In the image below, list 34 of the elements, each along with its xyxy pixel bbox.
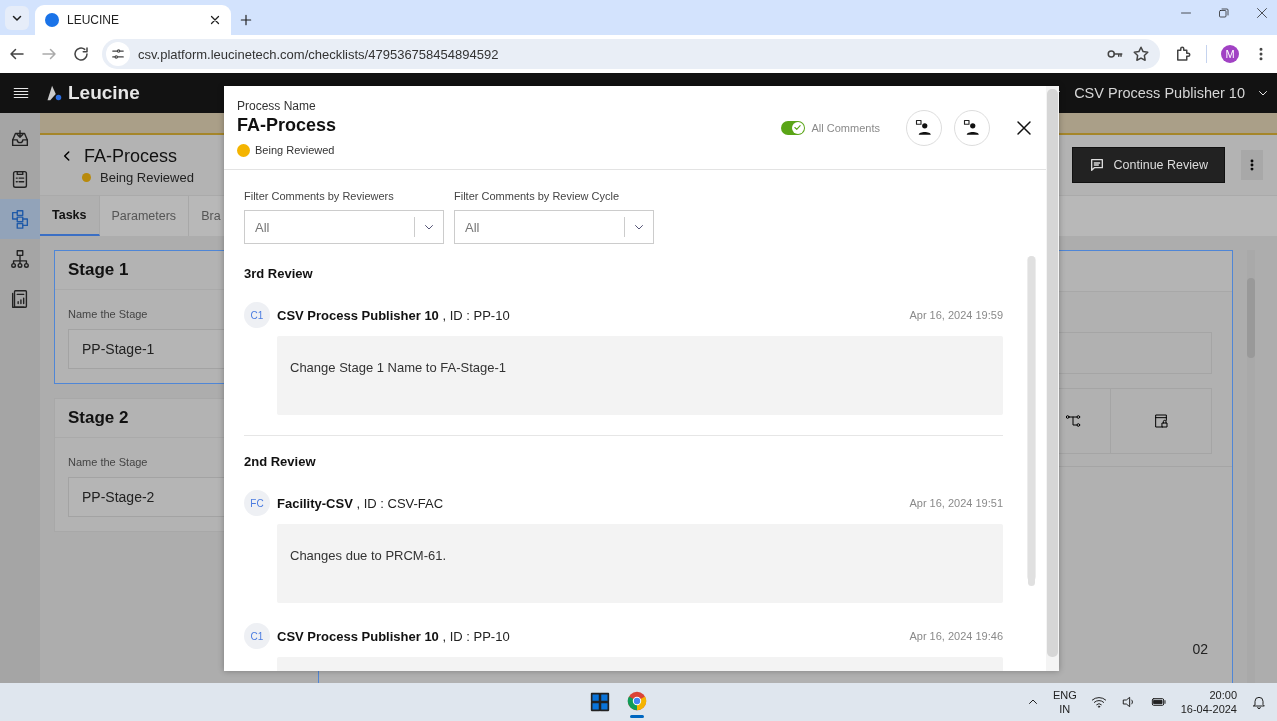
status-label: Being Reviewed bbox=[100, 169, 194, 185]
stage-title: Stage 1 bbox=[68, 260, 129, 280]
filter-dropdown[interactable]: All bbox=[454, 210, 654, 244]
filter-label: Filter Comments by Review Cycle bbox=[454, 190, 621, 202]
language-indicator[interactable]: ENG IN bbox=[1052, 688, 1077, 716]
continue-review-button[interactable]: Continue Review bbox=[1071, 147, 1225, 183]
field-label: Name the Stage bbox=[68, 456, 148, 468]
comment-author: CSV Process Publisher 10 , ID : PP-10 bbox=[277, 628, 511, 644]
filter-label: Filter Comments by Reviewers bbox=[244, 190, 395, 202]
page-tab[interactable]: Tasks bbox=[40, 196, 100, 236]
profile-avatar[interactable]: M bbox=[1221, 45, 1239, 63]
comment-time: Apr 16, 2024 19:59 bbox=[909, 309, 1003, 321]
comment-time: Apr 16, 2024 19:46 bbox=[909, 630, 1003, 642]
field-label: Process Name bbox=[237, 98, 317, 113]
avatar: FC bbox=[244, 490, 270, 516]
comment-body: Change Stage 1 Name to FA-Stage-1 bbox=[277, 336, 1003, 415]
status-label: Being Reviewed bbox=[255, 144, 335, 156]
browser-tab[interactable]: LEUCINE bbox=[35, 5, 231, 35]
page-tab[interactable]: Bra bbox=[189, 196, 221, 236]
clock[interactable]: 20:00 16-04-2024 bbox=[1180, 688, 1237, 716]
toggle-label: All Comments bbox=[811, 121, 880, 134]
comment-body: Changes due to PRCM-61. bbox=[277, 524, 1003, 603]
comment-time: Apr 16, 2024 19:51 bbox=[909, 497, 1003, 509]
process-title: FA-Process bbox=[84, 145, 178, 167]
field-label: Name the Stage bbox=[68, 308, 148, 320]
user-menu[interactable]: CSV Process Publisher 10 bbox=[1074, 85, 1245, 101]
stage-title: Stage 2 bbox=[68, 408, 129, 428]
process-title: FA-Process bbox=[237, 114, 338, 136]
page-tab[interactable]: Parameters bbox=[99, 196, 190, 236]
task-number: 02 bbox=[1192, 641, 1208, 657]
app-logo: Leucine bbox=[68, 82, 140, 104]
filter-dropdown[interactable]: All bbox=[244, 210, 444, 244]
avatar: C1 bbox=[244, 623, 270, 649]
avatar: C1 bbox=[244, 302, 270, 328]
